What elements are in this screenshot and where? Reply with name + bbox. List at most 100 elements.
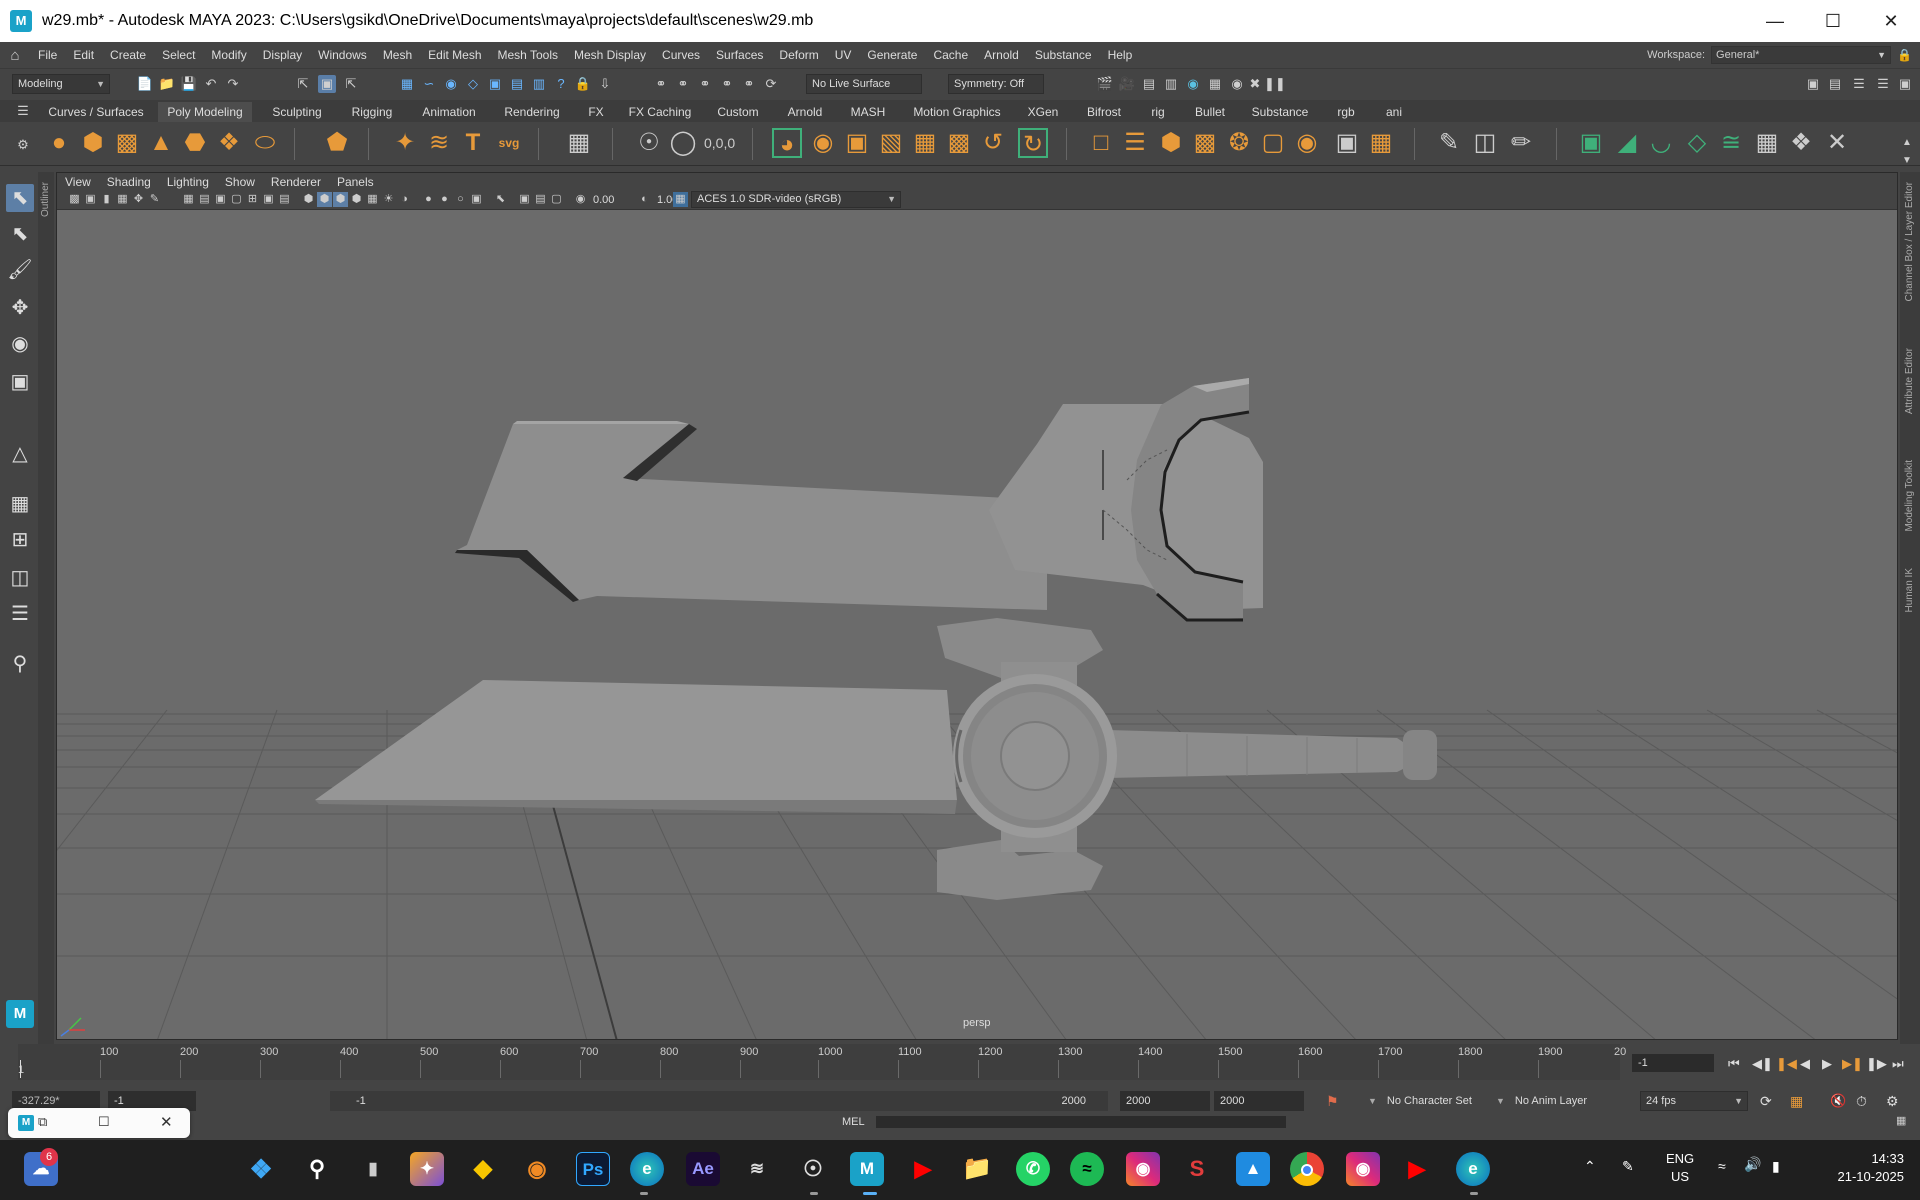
menu-generate[interactable]: Generate — [859, 48, 925, 62]
menu-help[interactable]: Help — [1100, 48, 1141, 62]
step-back-frame-icon[interactable]: ❚◀ — [1776, 1056, 1797, 1072]
isolate-select-icon[interactable]: ⬉ — [493, 192, 508, 207]
clock[interactable]: 14:33 21-10-2025 — [1808, 1150, 1905, 1186]
tab-arnold[interactable]: Arnold — [780, 102, 830, 122]
windows-icon[interactable]: ❖ — [244, 1152, 278, 1186]
auto-map-icon[interactable]: ≅ — [1716, 128, 1746, 158]
scale-tool-icon[interactable]: ▣ — [6, 368, 34, 396]
maya-icon[interactable]: M — [850, 1152, 884, 1186]
poly-disc-icon[interactable]: ⬭ — [250, 128, 280, 158]
menu-arnold[interactable]: Arnold — [976, 48, 1027, 62]
menu-edit-mesh[interactable]: Edit Mesh — [420, 48, 489, 62]
tab-motion-graphics[interactable]: Motion Graphics — [906, 102, 1008, 122]
platonic-solid-icon[interactable]: ⬟ — [322, 128, 352, 158]
tray-overflow-icon[interactable]: ⌃ — [1584, 1158, 1596, 1175]
menu-edit[interactable]: Edit — [65, 48, 102, 62]
extrude-icon[interactable]: □ — [1086, 128, 1116, 158]
modeling-toolkit-tab[interactable]: Modeling Toolkit — [1904, 460, 1915, 532]
tab-rendering[interactable]: Rendering — [496, 102, 568, 122]
type-tool-icon[interactable]: T — [458, 128, 488, 158]
poly-sphere-icon[interactable]: ● — [44, 128, 74, 158]
grid-icon[interactable]: ▦ — [564, 128, 594, 158]
whatsapp-icon[interactable]: ✆ — [1016, 1152, 1050, 1186]
lasso-icon-1[interactable]: ⚭ — [652, 75, 670, 93]
render-frame-icon[interactable]: 🎬 — [1096, 75, 1114, 93]
snap-curve-icon[interactable]: ∽ — [420, 75, 438, 93]
chrome-icon[interactable] — [1290, 1152, 1324, 1186]
sheets-s-icon[interactable]: S — [1180, 1152, 1214, 1186]
select-component-icon[interactable]: ⇱ — [342, 75, 360, 93]
sidebar-toggle-1-icon[interactable]: ▣ — [1804, 75, 1822, 93]
current-frame-field[interactable]: -1 — [1632, 1054, 1714, 1072]
viewport-menu-view[interactable]: View — [57, 175, 99, 189]
snap-help-icon[interactable]: ? — [552, 75, 570, 93]
menu-display[interactable]: Display — [255, 48, 310, 62]
menu-create[interactable]: Create — [102, 48, 154, 62]
floating-maximize-icon[interactable]: ☐ — [98, 1114, 110, 1130]
menu-mesh-tools[interactable]: Mesh Tools — [490, 48, 566, 62]
poly-torus-icon[interactable]: ⬣ — [180, 128, 210, 158]
field-chart-icon[interactable]: ⊞ — [245, 192, 260, 207]
script-editor-icon[interactable]: ▦ — [1896, 1114, 1906, 1127]
retopo-icon[interactable]: ↻ — [1018, 128, 1048, 158]
anim-prefs-icon[interactable]: ⏱ — [1856, 1091, 1867, 1111]
target-weld-icon[interactable]: ◫ — [1470, 128, 1500, 158]
mirror-icon[interactable]: ▩ — [944, 128, 974, 158]
safe-action-icon[interactable]: ▣ — [261, 192, 276, 207]
viewport-menu-lighting[interactable]: Lighting — [159, 175, 217, 189]
menu-substance[interactable]: Substance — [1027, 48, 1100, 62]
viewport-menu-show[interactable]: Show — [217, 175, 263, 189]
merge-icon[interactable]: ▩ — [1190, 128, 1220, 158]
show-manip-icon[interactable]: △ — [6, 440, 34, 468]
gate-mask-icon[interactable]: ▢ — [229, 192, 244, 207]
tab-curves-surfaces[interactable]: Curves / Surfaces — [44, 102, 148, 122]
lasso-icon-2[interactable]: ⚭ — [674, 75, 692, 93]
svg-tool-icon[interactable]: svg — [494, 128, 524, 158]
sketch-icon[interactable]: ◆ — [466, 1152, 500, 1186]
snap-grid-icon[interactable]: ▦ — [398, 75, 416, 93]
arnold-ipr-icon[interactable]: ◉ — [1228, 75, 1246, 93]
tab-animation[interactable]: Animation — [412, 102, 486, 122]
collapse-icon[interactable]: ▢ — [1258, 128, 1288, 158]
terminal-icon[interactable]: ≋ — [740, 1152, 774, 1186]
tab-xgen[interactable]: XGen — [1018, 102, 1068, 122]
select-object-icon[interactable]: ▣ — [318, 75, 336, 93]
tab-poly-modeling[interactable]: Poly Modeling — [158, 102, 252, 122]
bevel-icon[interactable]: ⬢ — [1156, 128, 1186, 158]
grease-pencil-icon[interactable]: ✎ — [147, 192, 162, 207]
undo-icon[interactable]: ↶ — [202, 75, 220, 93]
combine-icon[interactable]: ◕ — [772, 128, 802, 158]
checker-icon[interactable]: ▦ — [1752, 128, 1782, 158]
color-space-dropdown[interactable]: ACES 1.0 SDR-video (sRGB) ▼ — [691, 191, 901, 208]
xray-components-icon[interactable]: ▢ — [549, 192, 564, 207]
menu-select[interactable]: Select — [154, 48, 203, 62]
select-tool-icon[interactable]: ⬉ — [6, 184, 34, 212]
film-gate-icon[interactable]: ▤ — [197, 192, 212, 207]
pen-menu-icon[interactable]: ✎ — [1622, 1158, 1634, 1175]
arnold-render-icon[interactable]: ▦ — [1206, 75, 1224, 93]
menu-deform[interactable]: Deform — [771, 48, 826, 62]
human-ik-tab[interactable]: Human IK — [1904, 568, 1915, 612]
tab-custom[interactable]: Custom — [706, 102, 770, 122]
wedge-icon[interactable]: ◉ — [1292, 128, 1322, 158]
bookmark-icon[interactable]: ▮ — [99, 192, 114, 207]
image-plane-icon[interactable]: ▦ — [115, 192, 130, 207]
tab-fx[interactable]: FX — [578, 102, 614, 122]
sidebar-toggle-2-icon[interactable]: ▤ — [1826, 75, 1844, 93]
menu-file[interactable]: File — [30, 48, 65, 62]
edge-icon[interactable]: e — [630, 1152, 664, 1186]
tab-rig[interactable]: rig — [1140, 102, 1176, 122]
language-indicator[interactable]: ENG US — [1666, 1150, 1694, 1186]
step-back-key-icon[interactable]: ◀❚ — [1752, 1056, 1773, 1072]
snap-edge-icon[interactable]: ▥ — [530, 75, 548, 93]
measure-icon[interactable]: ☉ — [634, 128, 664, 158]
exposure-icon[interactable]: ◉ — [573, 192, 588, 207]
history-icon[interactable]: ⇩ — [596, 75, 614, 93]
viewport-persp[interactable]: View Shading Lighting Show Renderer Pane… — [56, 172, 1898, 1040]
photoshop-icon[interactable]: Ps — [576, 1152, 610, 1186]
edge-dev-icon[interactable]: e — [1456, 1152, 1490, 1186]
close-icon[interactable]: ✕ — [1862, 0, 1920, 42]
attribute-editor-tab[interactable]: Attribute Editor — [1904, 348, 1915, 414]
tab-mash[interactable]: MASH — [840, 102, 896, 122]
shelf-settings-icon[interactable]: ⚙ — [14, 136, 32, 154]
